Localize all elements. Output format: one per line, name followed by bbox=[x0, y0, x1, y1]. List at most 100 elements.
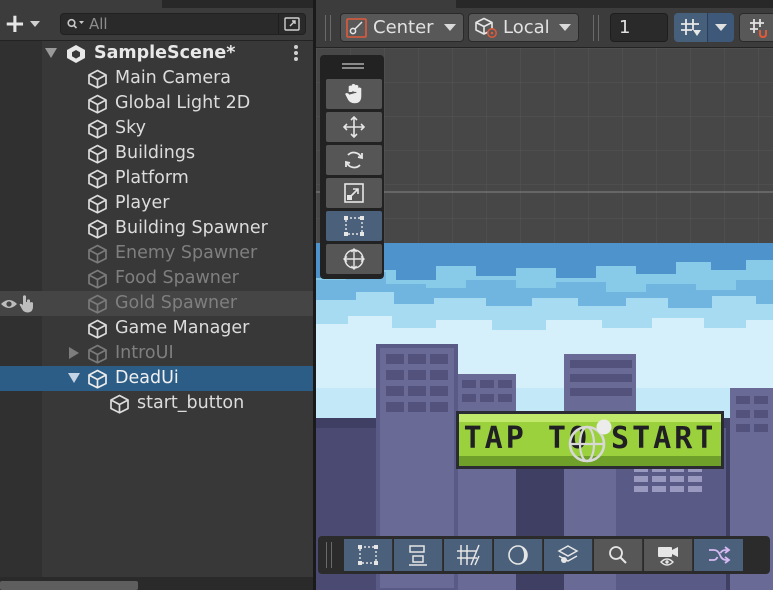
chevron-down-icon[interactable] bbox=[68, 373, 80, 383]
pickable-hand-icon[interactable] bbox=[18, 294, 36, 314]
chevron-down-icon[interactable] bbox=[45, 48, 57, 58]
pivot-rotation-dropdown[interactable]: Local bbox=[468, 13, 579, 42]
gameobject-icon bbox=[87, 269, 108, 289]
tree-item-sky[interactable]: Sky bbox=[0, 116, 313, 141]
gameobject-icon bbox=[87, 244, 108, 264]
tree-item-gold-spawner[interactable]: Gold Spawner bbox=[0, 291, 313, 316]
tree-item-enemy-spawner[interactable]: Enemy Spawner bbox=[0, 241, 313, 266]
tree-item-deadui[interactable]: DeadUi bbox=[0, 366, 313, 391]
chevron-down-icon bbox=[559, 24, 571, 31]
tree-item-global-light-2d[interactable]: Global Light 2D bbox=[0, 91, 313, 116]
scene-toolbar: Center Local 1 bbox=[316, 8, 773, 48]
tree-item-buildings[interactable]: Buildings bbox=[0, 141, 313, 166]
pivot-center-icon bbox=[346, 17, 368, 38]
tree-item-label: Food Spawner bbox=[115, 268, 239, 288]
eye-icon[interactable] bbox=[0, 298, 18, 310]
gameobject-icon bbox=[87, 294, 108, 314]
overlay-camera-toggle[interactable] bbox=[644, 539, 693, 571]
tree-item-label: Platform bbox=[115, 168, 189, 188]
tool-move[interactable] bbox=[326, 112, 382, 142]
grid-snap-icon bbox=[749, 18, 769, 38]
tree-item-food-spawner[interactable]: Food Spawner bbox=[0, 266, 313, 291]
layers-icon bbox=[556, 543, 580, 567]
search-input[interactable] bbox=[89, 15, 269, 33]
chevron-down-icon bbox=[29, 21, 40, 27]
hierarchy-toolbar: + bbox=[0, 8, 313, 41]
overlay-layers-toggle[interactable] bbox=[544, 539, 593, 571]
gameobject-icon bbox=[87, 344, 108, 364]
tree-item-start-button[interactable]: start_button bbox=[0, 391, 313, 416]
hierarchy-tab[interactable] bbox=[0, 0, 162, 8]
gameobject-icon bbox=[87, 194, 108, 214]
shuffle-icon bbox=[707, 544, 731, 566]
rotate-icon bbox=[342, 148, 366, 172]
scene-tab-strip bbox=[316, 0, 773, 8]
tree-item-label: Main Camera bbox=[115, 68, 232, 88]
shading-icon bbox=[506, 543, 530, 567]
gameobject-icon bbox=[87, 219, 108, 239]
scene-row[interactable]: SampleScene* bbox=[0, 41, 313, 66]
search-icon bbox=[607, 544, 629, 566]
gameobject-icon bbox=[109, 394, 130, 414]
hand-icon bbox=[343, 83, 365, 105]
pivot-mode-dropdown[interactable]: Center bbox=[340, 13, 464, 42]
tree-item-label: Building Spawner bbox=[115, 218, 268, 238]
horizontal-scrollbar[interactable] bbox=[0, 581, 138, 590]
tool-scale[interactable] bbox=[326, 178, 382, 208]
tools-overlay bbox=[320, 55, 384, 279]
overlay-grip[interactable] bbox=[326, 542, 332, 568]
tree-item-label: IntroUI bbox=[115, 343, 174, 363]
chevron-down-icon[interactable] bbox=[707, 13, 734, 42]
overlay-search-toggle[interactable] bbox=[594, 539, 643, 571]
scene-name: SampleScene* bbox=[94, 43, 236, 63]
toolbar-grip[interactable] bbox=[593, 15, 599, 41]
hierarchy-panel: + SampleScene* bbox=[0, 0, 313, 590]
pivot-mode-label: Center bbox=[373, 17, 434, 38]
tree-item-label: Player bbox=[115, 193, 170, 213]
transform-icon bbox=[341, 246, 367, 272]
tool-rotate[interactable] bbox=[326, 145, 382, 175]
overlay-align-toggle[interactable] bbox=[394, 539, 443, 571]
tool-hand[interactable] bbox=[326, 79, 382, 109]
plus-icon: + bbox=[4, 9, 26, 39]
overlay-shading-toggle[interactable] bbox=[494, 539, 543, 571]
overlay-toolbar bbox=[318, 536, 770, 574]
overlay-shuffle-toggle[interactable] bbox=[694, 539, 743, 571]
chevron-right-icon[interactable] bbox=[69, 347, 79, 359]
tree-item-player[interactable]: Player bbox=[0, 191, 313, 216]
grid-size-field[interactable]: 1 bbox=[610, 13, 668, 42]
search-options-icon[interactable] bbox=[278, 14, 305, 34]
tree-item-game-manager[interactable]: Game Manager bbox=[0, 316, 313, 341]
hierarchy-tab-strip bbox=[0, 0, 313, 8]
scene-grid bbox=[316, 48, 773, 243]
tree-item-introui[interactable]: IntroUI bbox=[0, 341, 313, 366]
toolbar-grip[interactable] bbox=[325, 15, 331, 41]
chevron-down-icon bbox=[444, 24, 456, 31]
search-icon bbox=[67, 18, 85, 30]
gameobject-icon bbox=[87, 369, 108, 389]
unity-scene-icon bbox=[65, 44, 87, 64]
tree-item-label: start_button bbox=[137, 393, 245, 413]
hierarchy-search[interactable] bbox=[60, 13, 306, 35]
overlay-drag-handle[interactable] bbox=[342, 63, 364, 69]
scene-viewport[interactable]: TAP TO START bbox=[316, 48, 773, 590]
scene-tab[interactable] bbox=[316, 0, 456, 8]
tool-transform[interactable] bbox=[326, 244, 382, 274]
tool-rect[interactable] bbox=[326, 211, 382, 241]
overlay-rect-toggle[interactable] bbox=[344, 539, 393, 571]
grid-snap-button[interactable] bbox=[739, 13, 773, 42]
pivot-handle[interactable] bbox=[596, 419, 612, 435]
gameobject-icon bbox=[87, 94, 108, 114]
tree-item-building-spawner[interactable]: Building Spawner bbox=[0, 216, 313, 241]
create-button[interactable]: + bbox=[2, 9, 44, 39]
overlay-grid-toggle[interactable] bbox=[444, 539, 493, 571]
tree-item-main-camera[interactable]: Main Camera bbox=[0, 66, 313, 91]
more-vertical-icon[interactable] bbox=[293, 44, 299, 63]
tree-item-label: Buildings bbox=[115, 143, 196, 163]
pivot-rotation-label: Local bbox=[503, 17, 550, 38]
grid-icon[interactable] bbox=[674, 13, 708, 42]
grid-snap-icon bbox=[455, 543, 481, 567]
tree-item-platform[interactable]: Platform bbox=[0, 166, 313, 191]
tree-item-label: DeadUi bbox=[115, 368, 179, 388]
grid-visibility-toggle[interactable] bbox=[674, 13, 734, 42]
